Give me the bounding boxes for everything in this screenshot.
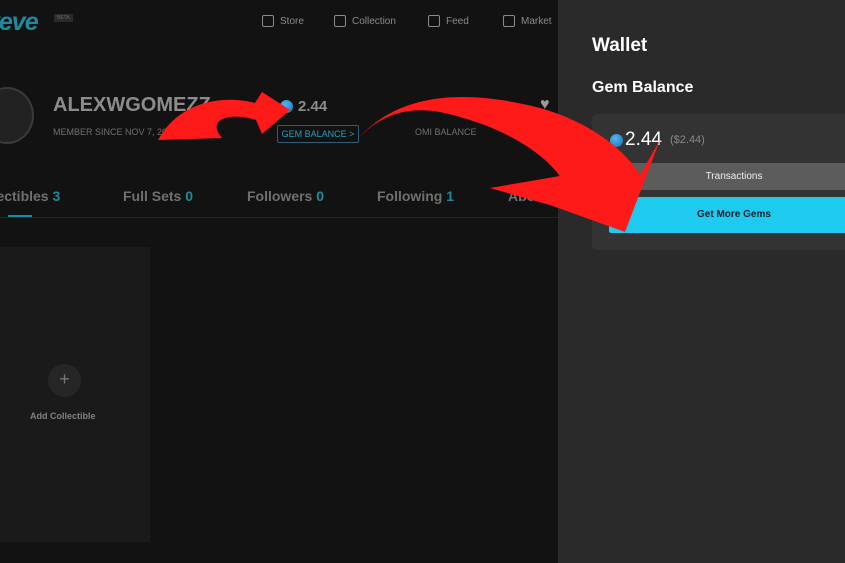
tab-divider [0,217,558,218]
nav-label: Collection [352,15,396,27]
gem-balance-heading: Gem Balance [592,79,694,96]
veve-logo[interactable]: veve [0,8,39,37]
nav-label: Market [521,15,552,27]
nav-label: Store [280,15,304,27]
balance-usd: ($2.44) [669,134,705,146]
plus-icon[interactable]: + [48,364,81,397]
tab-label: Followers [247,188,313,204]
tab-active-indicator [8,215,32,217]
nav-store[interactable]: Store [262,15,304,27]
add-collectible-card[interactable] [0,247,150,542]
get-more-gems-button[interactable]: Get More Gems [609,197,845,233]
tab-collectibles[interactable]: Collectibles 3 [0,188,60,204]
username: ALEXWGOMEZZ [53,94,211,116]
gem-amount: 2.44 [298,98,328,115]
tag-icon [262,15,274,27]
nav-market[interactable]: Market [503,15,552,27]
heart-icon[interactable]: ♥ [540,96,550,114]
gem-icon [610,133,623,147]
archive-icon [334,15,346,27]
tab-followers[interactable]: Followers 0 [247,188,324,204]
profile-page: veve BETA Store Collection Feed Market A… [0,0,558,563]
tab-label: Collectibles [0,188,49,204]
tab-about[interactable]: About [508,188,548,204]
tab-count: 0 [185,188,194,204]
tab-label: Full Sets [123,188,182,204]
gem-balance-button[interactable]: GEM BALANCE > [277,125,359,143]
gem-value: 2.44 [280,98,327,115]
tab-count: 0 [316,188,325,204]
avatar[interactable] [0,87,34,144]
wallet-panel: Wallet Gem Balance 2.44 ($2.44) Transacti… [558,0,845,563]
tab-count: 1 [446,188,455,204]
omi-balance-label[interactable]: OMI BALANCE [415,127,477,137]
nav-collection[interactable]: Collection [334,15,396,27]
tab-following[interactable]: Following 1 [377,188,454,204]
member-since: MEMBER SINCE NOV 7, 2021 [53,127,178,137]
tab-label: Following [377,188,443,204]
store-icon [503,15,515,27]
balance-amount: 2.44 [625,129,662,150]
gem-icon [280,100,293,113]
feed-icon [428,15,440,27]
tab-label: About [508,188,549,204]
nav-label: Feed [446,15,469,27]
nav-feed[interactable]: Feed [428,15,469,27]
wallet-balance: 2.44 ($2.44) [610,129,705,151]
gem-balance-card: 2.44 ($2.44) Transactions Get More Gems [592,114,845,250]
tab-full-sets[interactable]: Full Sets 0 [123,188,193,204]
add-collectible-label: Add Collectible [30,411,96,421]
tab-count: 3 [52,188,61,204]
beta-badge: BETA [54,14,73,22]
wallet-title: Wallet [592,35,648,56]
transactions-button[interactable]: Transactions [609,163,845,190]
